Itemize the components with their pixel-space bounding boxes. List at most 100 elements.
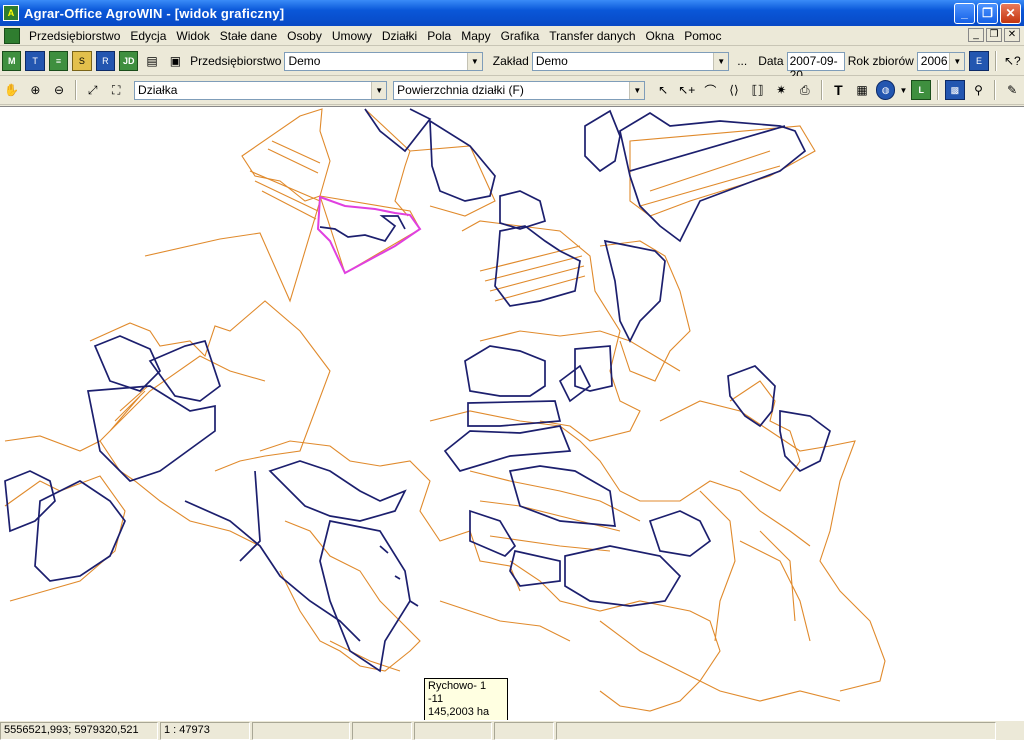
attribute-select[interactable]: Powierzchnia działki (F) ▼ xyxy=(393,80,646,100)
title-bar: A Agrar-Office AgroWIN - [widok graficzn… xyxy=(0,0,1024,26)
field-outline xyxy=(268,460,407,522)
menu-grafika[interactable]: Grafika xyxy=(496,26,545,46)
menu-przedsiebiorstwo[interactable]: Przedsiębiorstwo xyxy=(24,26,125,46)
parcel-outline xyxy=(4,435,261,547)
zoom-out-icon[interactable]: ⊖ xyxy=(49,80,69,100)
toolbar-separator xyxy=(74,80,77,100)
menu-mapy[interactable]: Mapy xyxy=(456,26,495,46)
chevron-down-icon[interactable]: ▼ xyxy=(899,80,907,100)
plant-value: Demo xyxy=(535,54,568,68)
tractor-icon[interactable]: T xyxy=(25,51,45,71)
parcel-outline xyxy=(259,440,521,592)
enterprise-select[interactable]: Demo ▼ xyxy=(284,51,483,71)
edit-pencil-icon[interactable]: ✎ xyxy=(1002,80,1022,100)
date-label: Data xyxy=(758,54,784,68)
jd-icon[interactable]: JD xyxy=(119,51,139,71)
parcel-outline xyxy=(241,108,331,202)
parcel-outline xyxy=(99,355,266,442)
calendar-icon[interactable]: E xyxy=(969,51,989,71)
parcel-outline xyxy=(279,520,421,672)
mdi-minimize-button[interactable]: _ xyxy=(968,28,984,42)
zoom-window-icon[interactable]: ⛶ xyxy=(106,80,126,100)
chevron-down-icon[interactable]: ▼ xyxy=(371,81,387,99)
mdi-restore-button[interactable]: ❐ xyxy=(986,28,1002,42)
document-icon[interactable] xyxy=(4,27,20,44)
chevron-down-icon[interactable]: ▼ xyxy=(713,52,729,70)
field-outline xyxy=(464,345,546,397)
window-title: Agrar-Office AgroWIN - [widok graficzny] xyxy=(24,5,285,21)
map-canvas[interactable]: Rychowo- 1 -11 145,2003 ha xyxy=(0,106,1024,720)
toolbar-separator xyxy=(994,51,997,71)
field-outline xyxy=(584,109,621,173)
menu-osoby[interactable]: Osoby xyxy=(282,26,327,46)
field-outline xyxy=(629,125,786,172)
status-panel xyxy=(252,722,350,740)
layers-icon[interactable]: L xyxy=(911,80,932,100)
date-field[interactable]: 2007-09-20 xyxy=(786,51,845,82)
menu-pomoc[interactable]: Pomoc xyxy=(679,26,726,46)
print-map-icon[interactable]: ⎙ xyxy=(795,80,815,100)
restore-button[interactable]: ❐ xyxy=(977,3,998,24)
field-outline xyxy=(727,365,776,428)
grid-icon[interactable]: ▦ xyxy=(852,80,872,100)
globe-icon[interactable]: ◍ xyxy=(875,80,896,100)
chevron-down-icon[interactable]: ▼ xyxy=(949,52,965,70)
layer-select[interactable]: Działka ▼ xyxy=(134,80,388,100)
status-panel xyxy=(352,722,412,740)
field-outline xyxy=(469,509,517,558)
mdi-close-button[interactable]: ✕ xyxy=(1004,28,1020,42)
main-toolbar: M T ≡ S R JD ▤ ▣ Przedsiębiorstwo Demo ▼… xyxy=(0,47,1024,82)
menu-dzialki[interactable]: Działki xyxy=(377,26,422,46)
menu-okna[interactable]: Okna xyxy=(641,26,680,46)
highlight-icon[interactable]: ✷ xyxy=(771,80,791,100)
menu-transfer-danych[interactable]: Transfer danych xyxy=(544,26,640,46)
select-arrow-icon[interactable]: ↖ xyxy=(653,80,673,100)
menu-pola[interactable]: Pola xyxy=(422,26,456,46)
chevron-down-icon[interactable]: ▼ xyxy=(466,52,482,70)
harvest-year-value: 2006 xyxy=(920,54,948,68)
parcel-map[interactable] xyxy=(0,107,1024,720)
status-coordinates: 5556521,993; 5979320,521 xyxy=(0,722,158,740)
plant-select[interactable]: Demo ▼ xyxy=(531,51,730,71)
map-icon[interactable]: M xyxy=(2,51,22,71)
chevron-down-icon[interactable]: ▼ xyxy=(629,81,645,99)
menu-edycja[interactable]: Edycja xyxy=(125,26,171,46)
tooltip-parcel-name: Rychowo- 1 -11 xyxy=(428,680,487,705)
parcel-outline xyxy=(599,240,691,382)
parcel-outline xyxy=(729,380,801,492)
toolbar-separator xyxy=(820,80,823,100)
help-pointer-icon[interactable]: ↖? xyxy=(1003,51,1022,71)
document-list-icon[interactable]: ▤ xyxy=(142,51,161,71)
layer-value: Działka xyxy=(138,83,178,97)
close-button[interactable]: ✕ xyxy=(1000,3,1021,24)
select-multiple-icon[interactable]: ↖+ xyxy=(677,80,697,100)
selected-parcel-outline[interactable] xyxy=(316,195,422,275)
text-tool-icon[interactable]: T xyxy=(829,80,849,100)
parcel-outline xyxy=(629,125,816,217)
harvest-year-select[interactable]: 2006 ▼ xyxy=(916,51,966,71)
enterprise-label: Przedsiębiorstwo xyxy=(190,54,282,68)
field-outline xyxy=(648,510,712,557)
field-outline xyxy=(509,549,561,587)
report-icon[interactable]: R xyxy=(95,51,116,71)
enterprise-value: Demo xyxy=(288,54,321,68)
print-preview-icon[interactable]: ▣ xyxy=(166,51,185,71)
machine-icon[interactable]: ≡ xyxy=(48,51,69,71)
split-icon[interactable]: ⟨⟩ xyxy=(724,80,744,100)
more-button[interactable]: ... xyxy=(737,54,747,68)
field-outline xyxy=(93,335,162,392)
curve-tool-icon[interactable]: ⌒ xyxy=(701,80,721,100)
merge-icon[interactable]: ⟦⟧ xyxy=(748,80,768,100)
tooltip-parcel-area: 145,2003 ha xyxy=(428,706,490,718)
zoom-extent-icon[interactable]: ⤢ xyxy=(83,80,103,100)
zoom-in-icon[interactable]: ⊕ xyxy=(26,80,46,100)
map-settings-icon[interactable]: ▩ xyxy=(945,80,965,100)
filter-icon[interactable]: ⚲ xyxy=(969,80,989,100)
menu-umowy[interactable]: Umowy xyxy=(327,26,377,46)
minimize-button[interactable]: _ xyxy=(954,3,975,24)
parcel-outline xyxy=(249,140,321,220)
hand-pan-icon[interactable]: ✋ xyxy=(2,80,22,100)
menu-stale-dane[interactable]: Stałe dane xyxy=(215,26,282,46)
menu-widok[interactable]: Widok xyxy=(171,26,214,46)
sack-icon[interactable]: S xyxy=(72,51,92,71)
